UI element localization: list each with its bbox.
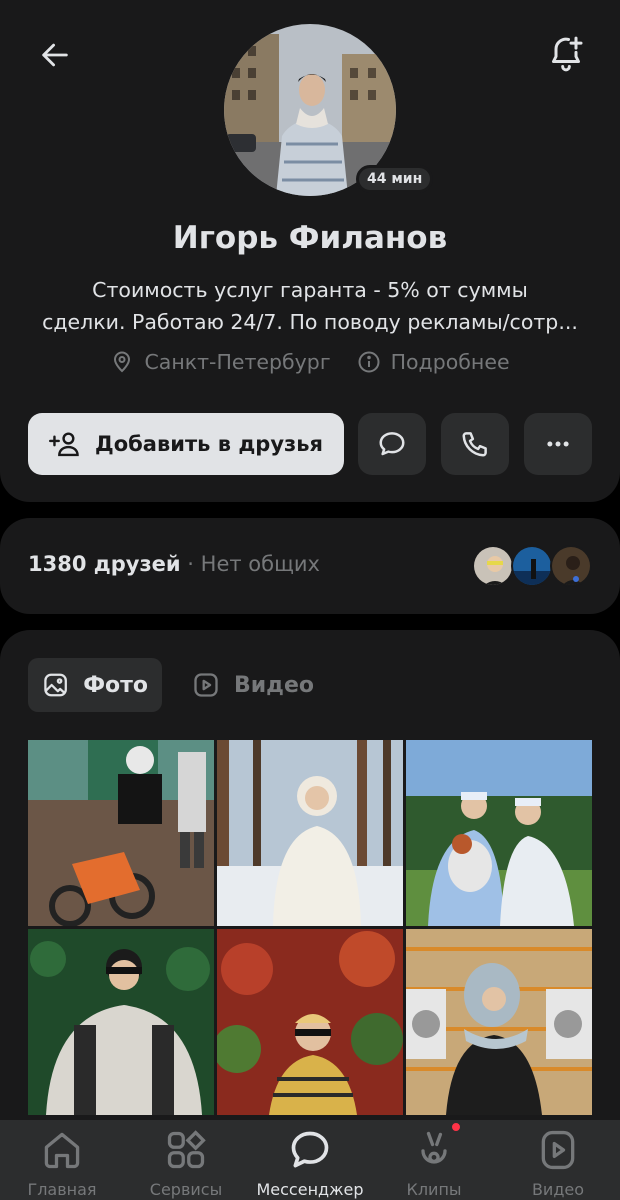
tabbar-item-services[interactable]: Сервисы <box>124 1120 248 1200</box>
tabbar-label-services: Сервисы <box>149 1180 223 1199</box>
messenger-icon <box>291 1131 329 1168</box>
photo-thumbnail[interactable] <box>217 740 403 926</box>
online-time-badge: 44 мин <box>356 165 434 193</box>
tab-photo-label: Фото <box>83 672 148 698</box>
tabbar-label-messenger: Мессенджер <box>256 1180 364 1199</box>
friend-avatar-1 <box>472 545 514 587</box>
status-line-1: Стоимость услуг гаранта - 5% от суммы <box>92 278 528 302</box>
friend-avatar-2 <box>511 545 553 587</box>
tab-video[interactable]: Видео <box>178 658 328 712</box>
call-button[interactable] <box>441 413 509 475</box>
services-grid-icon <box>167 1130 206 1169</box>
details-link[interactable]: Подробнее <box>357 350 510 374</box>
bottom-tab-bar: Главная Сервисы Мессенджер Клипы Видео <box>0 1120 620 1200</box>
photo-thumbnail[interactable] <box>28 929 214 1115</box>
message-bubble-icon <box>379 432 405 456</box>
photo-thumbnail[interactable] <box>28 740 214 926</box>
more-dots-icon <box>547 441 569 447</box>
media-card: Фото Видео <box>0 630 620 1200</box>
photo-thumbnail[interactable] <box>406 929 592 1115</box>
profile-card: 44 мин Игорь Филанов Стоимость услуг гар… <box>0 0 620 502</box>
status-line-2: сделки. Работаю 24/7. По поводу рекламы/… <box>42 310 578 334</box>
add-friend-label: Добавить в друзья <box>95 432 323 456</box>
photo-thumbnail[interactable] <box>406 740 592 926</box>
arrow-left-icon <box>42 43 68 67</box>
tabbar-label-video: Видео <box>531 1180 585 1199</box>
message-button[interactable] <box>358 413 426 475</box>
back-button[interactable] <box>30 30 80 80</box>
friends-summary: 1380 друзей · Нет общих <box>28 552 320 576</box>
friends-count: 1380 друзей <box>28 552 181 576</box>
clips-icon <box>421 1131 447 1164</box>
profile-name: Игорь Филанов <box>172 220 448 256</box>
friends-card[interactable]: 1380 друзей · Нет общих <box>0 518 620 614</box>
clips-notification-dot <box>450 1121 462 1133</box>
notifications-button[interactable] <box>540 28 592 80</box>
location-pin-icon <box>114 351 131 373</box>
tabbar-label-clips: Клипы <box>406 1180 462 1199</box>
separator-dot: · <box>187 552 194 576</box>
photo-thumbnail[interactable] <box>217 929 403 1115</box>
video-icon <box>194 673 218 697</box>
tab-video-label: Видео <box>234 672 314 698</box>
more-button[interactable] <box>524 413 592 475</box>
image-icon <box>44 673 67 697</box>
location-text: Санкт-Петербург <box>144 350 331 374</box>
tabbar-item-clips[interactable]: Клипы <box>372 1120 496 1200</box>
tab-photo[interactable]: Фото <box>28 658 162 712</box>
tabbar-item-home[interactable]: Главная <box>0 1120 124 1200</box>
friend-avatar-3 <box>550 545 592 587</box>
details-text: Подробнее <box>390 350 510 374</box>
location-link[interactable]: Санкт-Петербург <box>110 350 331 374</box>
profile-info-row: Санкт-Петербург Подробнее <box>0 350 620 374</box>
tabbar-item-messenger[interactable]: Мессенджер <box>248 1120 372 1200</box>
info-icon <box>358 351 380 373</box>
home-icon <box>44 1132 80 1169</box>
phone-icon <box>462 432 487 457</box>
add-friend-button[interactable]: Добавить в друзья <box>28 413 344 475</box>
video-play-icon <box>541 1130 575 1170</box>
tabbar-item-video[interactable]: Видео <box>496 1120 620 1200</box>
add-user-icon <box>49 432 79 457</box>
tabbar-label-home: Главная <box>27 1180 97 1199</box>
mutual-friends: Нет общих <box>200 552 320 576</box>
profile-status[interactable]: Стоимость услуг гаранта - 5% от суммы сд… <box>40 274 580 338</box>
bell-plus-icon <box>552 36 583 72</box>
